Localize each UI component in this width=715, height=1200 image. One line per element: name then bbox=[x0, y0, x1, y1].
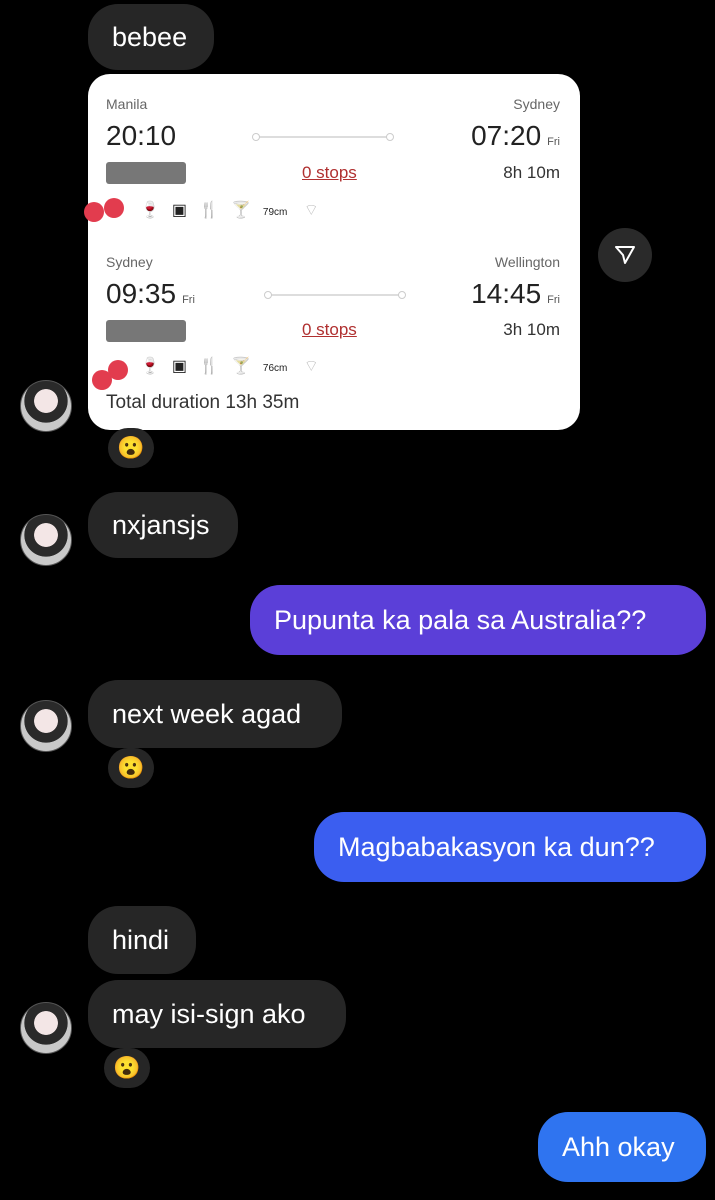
avatar[interactable] bbox=[20, 1002, 72, 1054]
total-duration: Total duration 13h 35m bbox=[106, 392, 300, 413]
amenities-row: 🍷▣🍴🍸79cm ⌔ bbox=[140, 200, 331, 220]
stops-link[interactable]: 0 stops bbox=[302, 320, 357, 340]
route-line bbox=[252, 133, 394, 141]
redacted-airline bbox=[106, 162, 186, 184]
message-text: hindi bbox=[112, 924, 170, 955]
arrival-city: Wellington bbox=[494, 254, 560, 270]
arrival-time-group: 14:45 Fri bbox=[471, 278, 560, 310]
arrival-time-group: 07:20 Fri bbox=[471, 120, 560, 152]
arrival-time: 14:45 bbox=[471, 278, 542, 309]
departure-day: Fri bbox=[182, 294, 195, 306]
message-bubble-incoming[interactable]: nxjansjs bbox=[88, 492, 238, 558]
message-text: Ahh okay bbox=[562, 1131, 675, 1162]
message-bubble-outgoing[interactable]: Pupunta ka pala sa Australia?? bbox=[250, 585, 706, 655]
seat-pitch-icon: 76cm bbox=[262, 363, 288, 374]
paper-plane-icon bbox=[615, 246, 635, 264]
avatar[interactable] bbox=[20, 700, 72, 752]
route-line bbox=[264, 291, 406, 299]
message-bubble-incoming[interactable]: bebee bbox=[88, 4, 214, 70]
share-button[interactable] bbox=[598, 228, 652, 282]
avatar[interactable] bbox=[20, 380, 72, 432]
message-text: next week agad bbox=[112, 698, 302, 729]
avatar[interactable] bbox=[20, 514, 72, 566]
wifi-icon: ⌔ bbox=[287, 358, 331, 375]
stops-link[interactable]: 0 stops bbox=[302, 163, 357, 183]
amenities-row: 🍷▣🍴🍸76cm ⌔ bbox=[140, 356, 331, 376]
arrival-city: Sydney bbox=[513, 96, 560, 112]
flight-itinerary-card[interactable]: Manila 20:10 Sydney 07:20 Fri 0 stops 8h … bbox=[84, 74, 580, 430]
seat-pitch-icon: 79cm bbox=[262, 207, 288, 218]
screen-icon: ▣ bbox=[171, 202, 200, 219]
arrival-day: Fri bbox=[547, 136, 560, 148]
surprised-emoji-icon: 😮 bbox=[117, 435, 145, 460]
message-text: bebee bbox=[112, 21, 188, 52]
drinks-icon: 🍸 bbox=[230, 202, 263, 219]
leg-duration: 3h 10m bbox=[503, 320, 560, 339]
message-bubble-incoming[interactable]: hindi bbox=[88, 906, 196, 974]
message-text: Pupunta ka pala sa Australia?? bbox=[274, 604, 647, 635]
message-bubble-outgoing[interactable]: Ahh okay bbox=[538, 1112, 706, 1182]
heart-reaction-icon bbox=[84, 202, 104, 222]
departure-city: Sydney bbox=[106, 254, 153, 270]
message-text: nxjansjs bbox=[112, 509, 210, 540]
wine-glass-icon: 🍷 bbox=[140, 358, 172, 375]
message-text: may isi-sign ako bbox=[112, 998, 306, 1029]
message-text: Magbabakasyon ka dun?? bbox=[338, 831, 655, 862]
wifi-icon: ⌔ bbox=[287, 202, 331, 219]
departure-time: 20:10 bbox=[106, 120, 177, 151]
message-bubble-incoming[interactable]: next week agad bbox=[88, 680, 342, 748]
heart-reaction-icon bbox=[104, 198, 124, 218]
message-bubble-outgoing[interactable]: Magbabakasyon ka dun?? bbox=[314, 812, 706, 882]
meal-icon: 🍴 bbox=[199, 358, 231, 375]
surprised-emoji-icon: 😮 bbox=[113, 1055, 141, 1080]
reaction-badge[interactable]: 😮 bbox=[108, 428, 154, 468]
wine-glass-icon: 🍷 bbox=[140, 202, 172, 219]
departure-time-group: 09:35 Fri bbox=[106, 278, 195, 310]
message-bubble-incoming[interactable]: may isi-sign ako bbox=[88, 980, 346, 1048]
departure-time: 09:35 bbox=[106, 278, 177, 309]
reaction-badge[interactable]: 😮 bbox=[104, 1048, 150, 1088]
reaction-badge[interactable]: 😮 bbox=[108, 748, 154, 788]
screen-icon: ▣ bbox=[171, 358, 200, 375]
leg-duration: 8h 10m bbox=[503, 163, 560, 182]
surprised-emoji-icon: 😮 bbox=[117, 755, 145, 780]
meal-icon: 🍴 bbox=[199, 202, 231, 219]
arrival-day: Fri bbox=[547, 294, 560, 306]
heart-reaction-icon bbox=[108, 360, 128, 380]
redacted-airline bbox=[106, 320, 186, 342]
drinks-icon: 🍸 bbox=[230, 358, 263, 375]
arrival-time: 07:20 bbox=[471, 120, 542, 151]
departure-city: Manila bbox=[106, 96, 148, 112]
